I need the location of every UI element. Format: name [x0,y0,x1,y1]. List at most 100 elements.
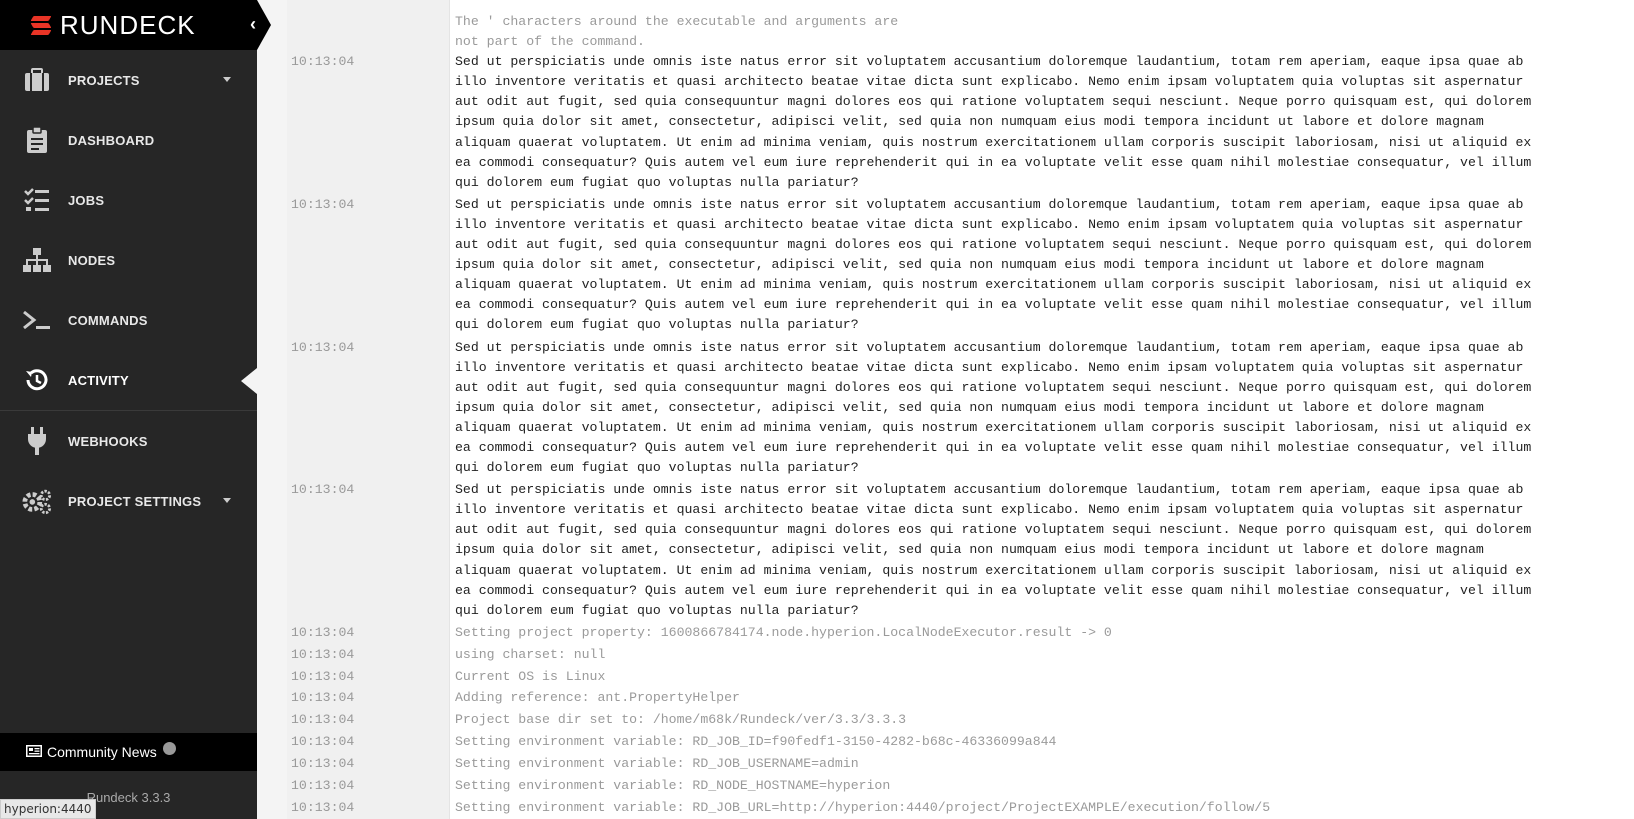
sidebar-item-label: WEBHOOKS [68,433,148,449]
log-message-line: aliquam quaerat voluptatem. Ut enim ad m… [455,419,1532,435]
log-timestamp: 10:13:04 [291,690,355,706]
log-message-line: ea commodi consequatur? Quis autem vel e… [455,154,1532,170]
log-timestamp [287,32,449,52]
browser-status-bar: hyperion:4440 [0,799,96,819]
log-message-line: aut odit aut fugit, sed quia consequuntu… [455,237,1532,253]
log-message: Setting project property: 1600866784174.… [455,624,1112,640]
log-message: Setting environment variable: RD_JOB_USE… [455,756,859,772]
log-message-line: ipsum quia dolor sit amet, consectetur, … [455,114,1484,130]
sidebar-item-label: PROJECTS [68,72,140,88]
log-message: Setting environment variable: RD_JOB_URL… [455,799,1271,815]
log-message-line: Sed ut perspiciatis unde omnis iste natu… [455,482,1524,498]
sidebar-item-activity[interactable]: ACTIVITY [0,350,257,410]
log-message-line: ea commodi consequatur? Quis autem vel e… [455,297,1532,313]
news-status-dot [162,741,176,755]
log-message: Sed ut perspiciatis unde omnis iste natu… [449,52,1575,193]
sidebar-item-label: ACTIVITY [68,372,129,388]
log-entry: 10:13:04 using charset: null [287,645,1634,665]
sidebar-item-projects[interactable]: PROJECTS [0,50,257,110]
log-entry: 10:13:04 Sed ut perspiciatis unde omnis i… [287,52,1634,193]
sidebar: RUNDECK ‹ PROJECTS DASHBOARD JOBS NODES … [0,0,271,819]
log-timestamp: 10:13:04 [291,196,355,212]
log-message-line: ipsum quia dolor sit amet, consectetur, … [455,257,1484,273]
log-message: Current OS is Linux [455,668,606,684]
log-timestamp [287,12,449,32]
log-message-line: qui dolorem eum fugiat quo voluptas null… [455,317,859,333]
sidebar-collapse-button[interactable] [257,0,271,50]
log-timestamp: 10:13:04 [291,54,355,70]
log-message: Adding reference: ant.PropertyHelper [455,690,740,706]
log-message-line: illo inventore veritatis et quasi archit… [455,359,1524,375]
log-timestamp: 10:13:04 [291,668,355,684]
log-message: Sed ut perspiciatis unde omnis iste natu… [449,338,1575,479]
log-entry: 10:13:04 Adding reference: ant.PropertyHe… [287,688,1634,708]
log-timestamp: 10:13:04 [291,734,355,750]
briefcase-icon [22,65,52,95]
log-message-line: aliquam quaerat voluptatem. Ut enim ad m… [455,562,1532,578]
rundeck-logo-icon [28,14,52,36]
log-message-line: illo inventore veritatis et quasi archit… [455,216,1524,232]
log-message-line: qui dolorem eum fugiat quo voluptas null… [455,174,859,190]
gears-icon [22,486,52,516]
community-news-label: Community News [47,744,157,760]
log-lines: The ' characters around the executable a… [287,0,1634,819]
sidebar-item-label: DASHBOARD [68,132,155,148]
log-entry: 10:13:04 Setting environment variable: RD… [287,732,1634,752]
log-message-line: aliquam quaerat voluptatem. Ut enim ad m… [455,134,1532,150]
log-message: using charset: null [455,646,606,662]
log-entry: The ' characters around the executable a… [287,12,1634,32]
log-timestamp: 10:13:04 [291,646,355,662]
log-message-line: aut odit aut fugit, sed quia consequuntu… [455,522,1532,538]
log-timestamp: 10:13:04 [291,482,355,498]
log-message: Project base dir set to: /home/m68k/Rund… [455,712,907,728]
terminal-icon [22,305,52,335]
sidebar-item-label: NODES [68,252,116,268]
sidebar-item-webhooks[interactable]: WEBHOOKS [0,411,257,471]
log-entry: not part of the command. [287,32,1634,52]
log-timestamp: 10:13:04 [291,799,355,815]
chevron-down-icon [223,77,231,82]
newspaper-icon [26,744,42,760]
log-message: Sed ut perspiciatis unde omnis iste natu… [449,195,1575,336]
sidebar-item-project-settings[interactable]: PROJECT SETTINGS [0,471,257,531]
log-message-line: illo inventore veritatis et quasi archit… [455,502,1524,518]
log-message-line: qui dolorem eum fugiat quo voluptas null… [455,460,859,476]
chevron-left-icon[interactable]: ‹ [250,13,256,35]
sidebar-item-label: JOBS [68,192,105,208]
log-message: Setting environment variable: RD_JOB_ID=… [455,734,1057,750]
execution-log-output: The ' characters around the executable a… [287,0,1634,819]
log-message-line: qui dolorem eum fugiat quo voluptas null… [455,602,859,618]
log-timestamp: 10:13:04 [291,756,355,772]
clipboard-icon [22,125,52,155]
sidebar-item-commands[interactable]: COMMANDS [0,290,257,350]
sidebar-nav: PROJECTS DASHBOARD JOBS NODES COMMANDS A… [0,50,257,531]
log-message: The ' characters around the executable a… [455,14,899,29]
log-message-line: aut odit aut fugit, sed quia consequuntu… [455,94,1532,110]
log-entry: 10:13:04 Setting project property: 160086… [287,623,1634,643]
brand-header[interactable]: RUNDECK ‹ [0,0,271,50]
log-message-line: aliquam quaerat voluptatem. Ut enim ad m… [455,277,1532,293]
log-entry: 10:13:04 Setting environment variable: RD… [287,798,1634,818]
log-message-line: Sed ut perspiciatis unde omnis iste natu… [455,54,1524,70]
community-news-link[interactable]: Community News [0,733,257,771]
log-entry: 10:13:04 Project base dir set to: /home/m… [287,710,1634,730]
log-message-line: ea commodi consequatur? Quis autem vel e… [455,439,1532,455]
log-message-line: illo inventore veritatis et quasi archit… [455,74,1524,90]
log-message-line: ea commodi consequatur? Quis autem vel e… [455,582,1532,598]
log-entry: 10:13:04 Setting environment variable: RD… [287,754,1634,774]
sidebar-item-label: COMMANDS [68,312,148,328]
sidebar-item-label: PROJECT SETTINGS [68,493,202,509]
log-message: Setting environment variable: RD_NODE_HO… [455,778,891,794]
log-entry: 10:13:04 Sed ut perspiciatis unde omnis i… [287,480,1634,621]
sitemap-icon [22,245,52,275]
sidebar-item-jobs[interactable]: JOBS [0,170,257,230]
sidebar-item-dashboard[interactable]: DASHBOARD [0,110,257,170]
log-timestamp: 10:13:04 [291,624,355,640]
log-timestamp: 10:13:04 [291,778,355,794]
log-message-line: ipsum quia dolor sit amet, consectetur, … [455,542,1484,558]
log-entry: 10:13:04 Sed ut perspiciatis unde omnis i… [287,338,1634,479]
sidebar-item-nodes[interactable]: NODES [0,230,257,290]
log-message: not part of the command. [455,34,645,50]
log-message-line: ipsum quia dolor sit amet, consectetur, … [455,399,1484,415]
log-message-line: Sed ut perspiciatis unde omnis iste natu… [455,339,1524,355]
